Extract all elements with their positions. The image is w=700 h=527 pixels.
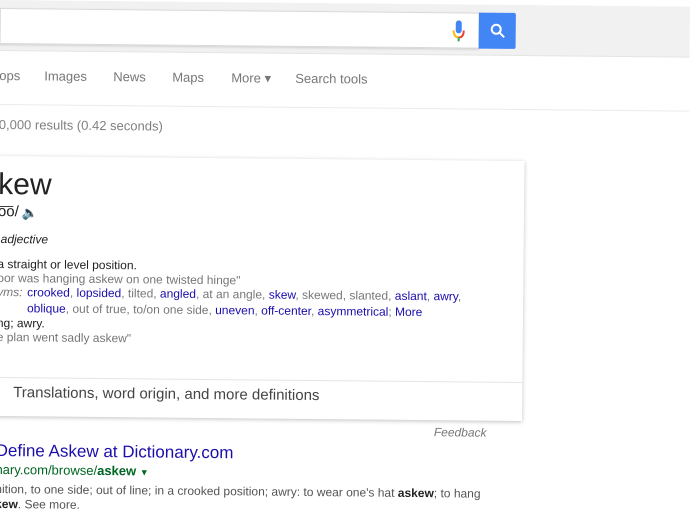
url-bold: askew <box>97 462 137 479</box>
search-results-page: ops Images News Maps More ▾ Search tools… <box>0 0 690 527</box>
search-button[interactable] <box>478 12 516 49</box>
synonym-text: , at an angle, <box>195 286 269 302</box>
url-dropdown-icon[interactable]: ▼ <box>140 467 149 477</box>
snippet-bold: askew <box>397 485 434 501</box>
url-text: nary.com/browse/ <box>0 461 98 478</box>
synonym-link[interactable]: crooked <box>27 285 70 299</box>
synonym-link[interactable]: uneven <box>215 303 255 317</box>
snippet-bold: kew <box>0 496 18 512</box>
synonym-link[interactable]: asymmetrical <box>318 304 389 319</box>
synonym-link[interactable]: lopsided <box>77 286 122 300</box>
snippet-text: . See more. <box>17 497 80 512</box>
result-url: nary.com/browse/askew ▼ <box>0 462 149 478</box>
microphone-icon[interactable] <box>452 19 466 43</box>
pronunciation: o͞o/ <box>0 202 19 221</box>
synonym-link[interactable]: angled <box>160 287 196 301</box>
result-title-link[interactable]: Define Askew at Dictionary.com <box>0 441 234 463</box>
tab-images[interactable]: Images <box>44 68 87 83</box>
more-definitions-link[interactable]: Translations, word origin, and more defi… <box>13 384 319 404</box>
sense-1: a straight or level position. <box>0 256 137 273</box>
speaker-icon[interactable]: 🔈 <box>22 205 38 221</box>
tab-more[interactable]: More ▾ <box>231 70 271 86</box>
tab-maps[interactable]: Maps <box>172 70 204 85</box>
synonym-link[interactable]: oblique <box>27 301 66 315</box>
synonym-link[interactable]: More <box>395 305 422 319</box>
result-stats: 0,000 results (0.42 seconds) <box>0 116 163 134</box>
synonym-link[interactable]: awry <box>433 289 458 303</box>
synonym-link[interactable]: aslant <box>395 289 427 303</box>
part-of-speech: adjective <box>0 232 49 247</box>
synonym-text: , out of true, to/on one side, <box>65 301 216 318</box>
divider <box>0 103 689 112</box>
synonym-link[interactable]: off-center <box>261 304 311 318</box>
synonym-text: , skewed, slanted, <box>295 287 395 303</box>
result-snippet: kew. See more. <box>0 497 80 512</box>
sense-2: ng; awry. <box>0 315 45 331</box>
feedback-link[interactable]: Feedback <box>434 425 487 440</box>
definition-word: kew <box>0 167 52 202</box>
synonym-link[interactable]: skew <box>269 288 296 302</box>
magnifier-icon <box>490 23 505 39</box>
tab-news[interactable]: News <box>113 69 146 84</box>
search-input[interactable] <box>0 7 480 49</box>
tab-search-tools[interactable]: Search tools <box>295 71 367 87</box>
tab-apps[interactable]: ops <box>0 68 20 83</box>
synonym-text: , tilted, <box>121 286 161 301</box>
synonym-text: , <box>457 289 462 304</box>
example-2: e plan went sadly askew" <box>0 329 132 346</box>
synonyms-label: yms: <box>0 284 23 300</box>
snippet-text: ; to hang <box>433 486 481 501</box>
